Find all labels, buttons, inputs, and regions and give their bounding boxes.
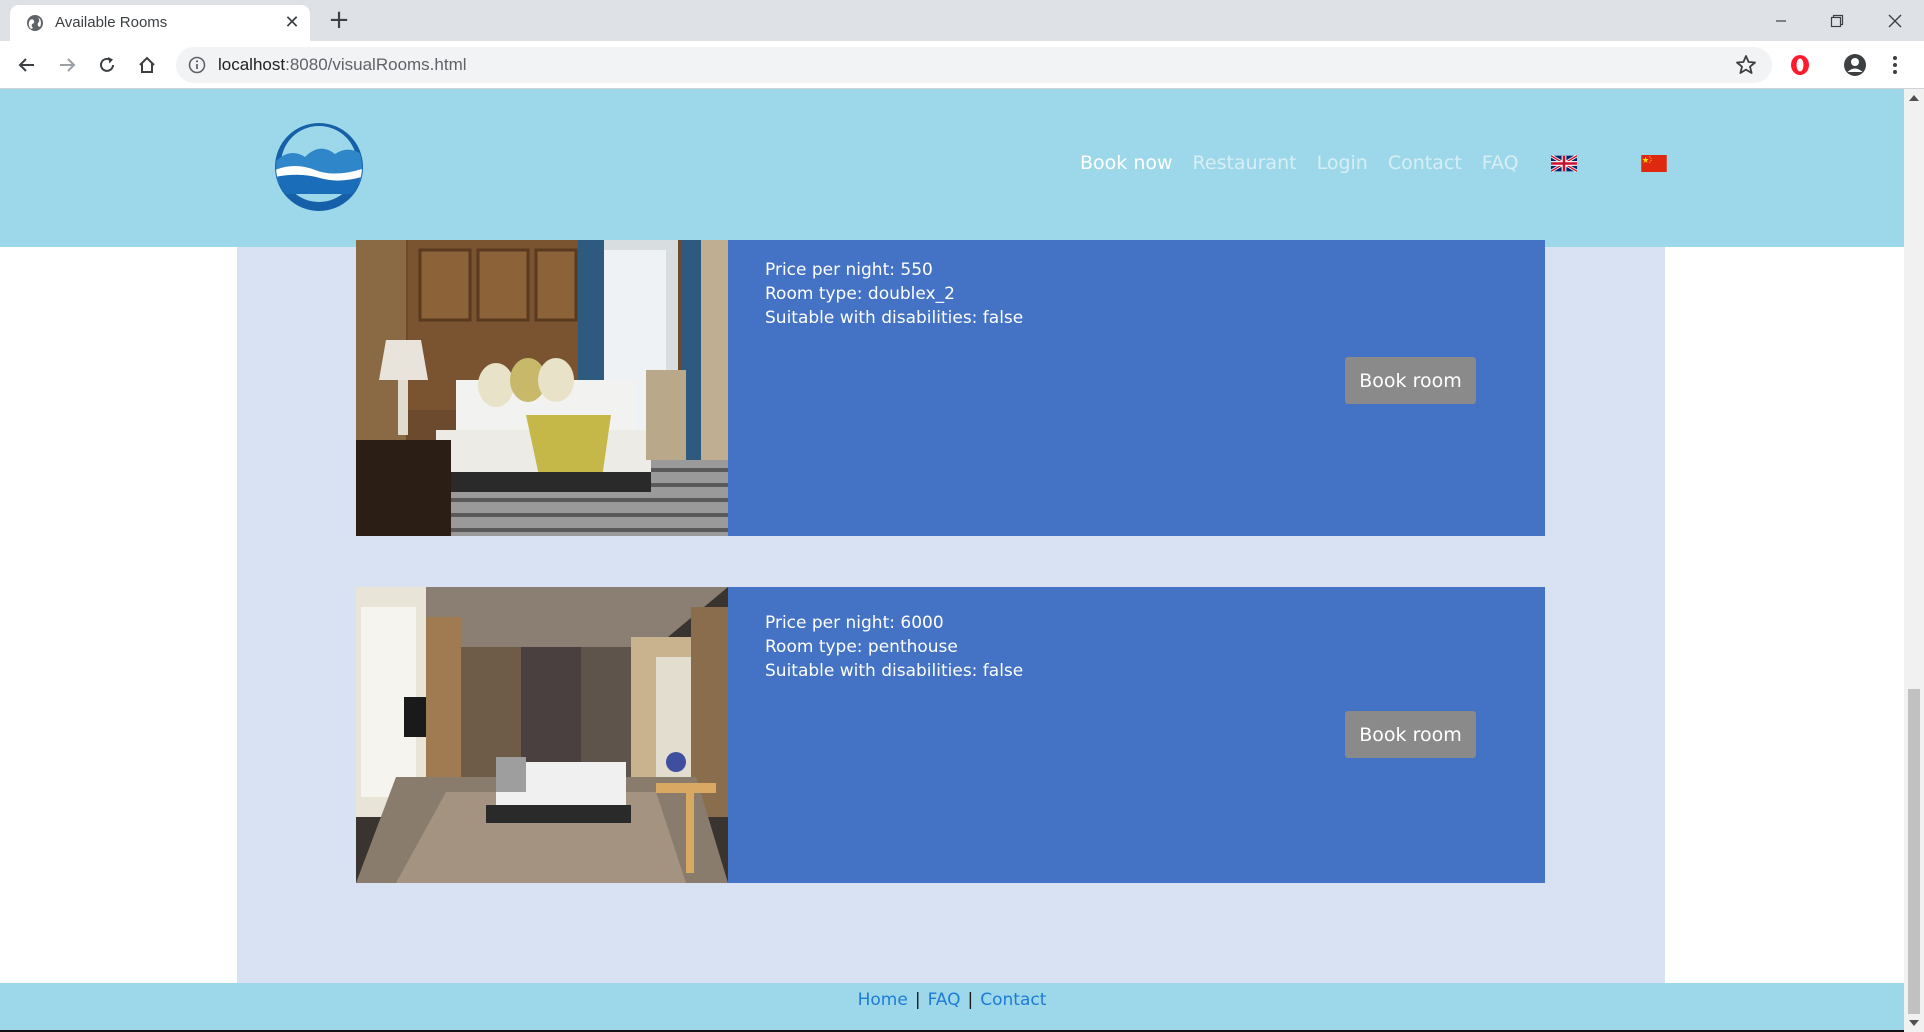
- reload-icon[interactable]: [92, 50, 122, 80]
- nav-faq[interactable]: FAQ: [1482, 152, 1519, 174]
- room-photo-doublex: [356, 240, 728, 536]
- rooms-content: Price per night: 550 Room type: doublex_…: [237, 240, 1665, 983]
- address-bar[interactable]: localhost:8080/visualRooms.html: [176, 47, 1772, 83]
- footer-separator: |: [914, 990, 921, 1010]
- back-icon[interactable]: [12, 50, 42, 80]
- restore-icon[interactable]: [1808, 0, 1866, 41]
- book-room-button[interactable]: Book room: [1345, 357, 1476, 404]
- page-viewport: Book now Restaurant Login Contact FAQ Pr…: [0, 89, 1924, 1032]
- forward-icon[interactable]: [52, 50, 82, 80]
- room-card: Price per night: 6000 Room type: penthou…: [356, 587, 1545, 883]
- close-tab-icon[interactable]: ✕: [282, 13, 302, 33]
- tab-title: Available Rooms: [55, 14, 168, 31]
- bookmark-star-icon[interactable]: [1734, 53, 1758, 77]
- url-text[interactable]: localhost:8080/visualRooms.html: [218, 55, 467, 75]
- book-room-button[interactable]: Book room: [1345, 711, 1476, 758]
- scroll-down-arrow-icon[interactable]: [1909, 1020, 1919, 1026]
- room-card: Price per night: 550 Room type: doublex_…: [356, 240, 1545, 536]
- hotel-logo-icon[interactable]: [270, 122, 368, 212]
- info-icon[interactable]: [188, 56, 206, 74]
- opera-extension-icon[interactable]: [1785, 50, 1815, 80]
- browser-tabstrip: Available Rooms ✕ +: [0, 0, 1924, 41]
- site-footer: Home | FAQ | Contact: [0, 983, 1904, 1032]
- minimize-icon[interactable]: [1752, 0, 1810, 41]
- china-flag-icon[interactable]: [1640, 154, 1667, 172]
- new-tab-icon[interactable]: +: [325, 6, 353, 34]
- room-price: Price per night: 550: [765, 260, 933, 280]
- vertical-scrollbar[interactable]: [1904, 89, 1924, 1032]
- footer-link-home[interactable]: Home: [858, 990, 908, 1032]
- room-info: Price per night: 550 Room type: doublex_…: [765, 258, 1023, 330]
- scrollbar-thumb[interactable]: [1908, 689, 1920, 1014]
- scroll-up-arrow-icon[interactable]: [1909, 95, 1919, 101]
- browser-toolbar: localhost:8080/visualRooms.html: [0, 41, 1924, 89]
- nav-book-now[interactable]: Book now: [1080, 152, 1173, 174]
- room-info: Price per night: 6000 Room type: penthou…: [765, 611, 1023, 683]
- nav-restaurant[interactable]: Restaurant: [1193, 152, 1297, 174]
- room-type: Room type: doublex_2: [765, 284, 955, 304]
- site-nav: Book now Restaurant Login Contact FAQ: [1080, 152, 1667, 174]
- room-type: Room type: penthouse: [765, 637, 958, 657]
- nav-contact[interactable]: Contact: [1388, 152, 1462, 174]
- room-price: Price per night: 6000: [765, 613, 944, 633]
- room-accessibility: Suitable with disabilities: false: [765, 308, 1024, 328]
- room-photo-penthouse: [356, 587, 728, 883]
- profile-avatar-icon[interactable]: [1840, 50, 1870, 80]
- uk-flag-icon[interactable]: [1550, 154, 1577, 172]
- site-header: Book now Restaurant Login Contact FAQ: [0, 89, 1904, 247]
- globe-icon: [27, 15, 43, 31]
- menu-kebab-icon[interactable]: [1880, 50, 1910, 80]
- close-window-icon[interactable]: [1866, 0, 1924, 41]
- footer-link-faq[interactable]: FAQ: [928, 990, 961, 1032]
- footer-link-contact[interactable]: Contact: [980, 990, 1046, 1032]
- nav-login[interactable]: Login: [1317, 152, 1368, 174]
- footer-separator: |: [967, 990, 974, 1010]
- home-icon[interactable]: [132, 50, 162, 80]
- browser-tab[interactable]: Available Rooms ✕: [10, 5, 310, 41]
- room-accessibility: Suitable with disabilities: false: [765, 661, 1024, 681]
